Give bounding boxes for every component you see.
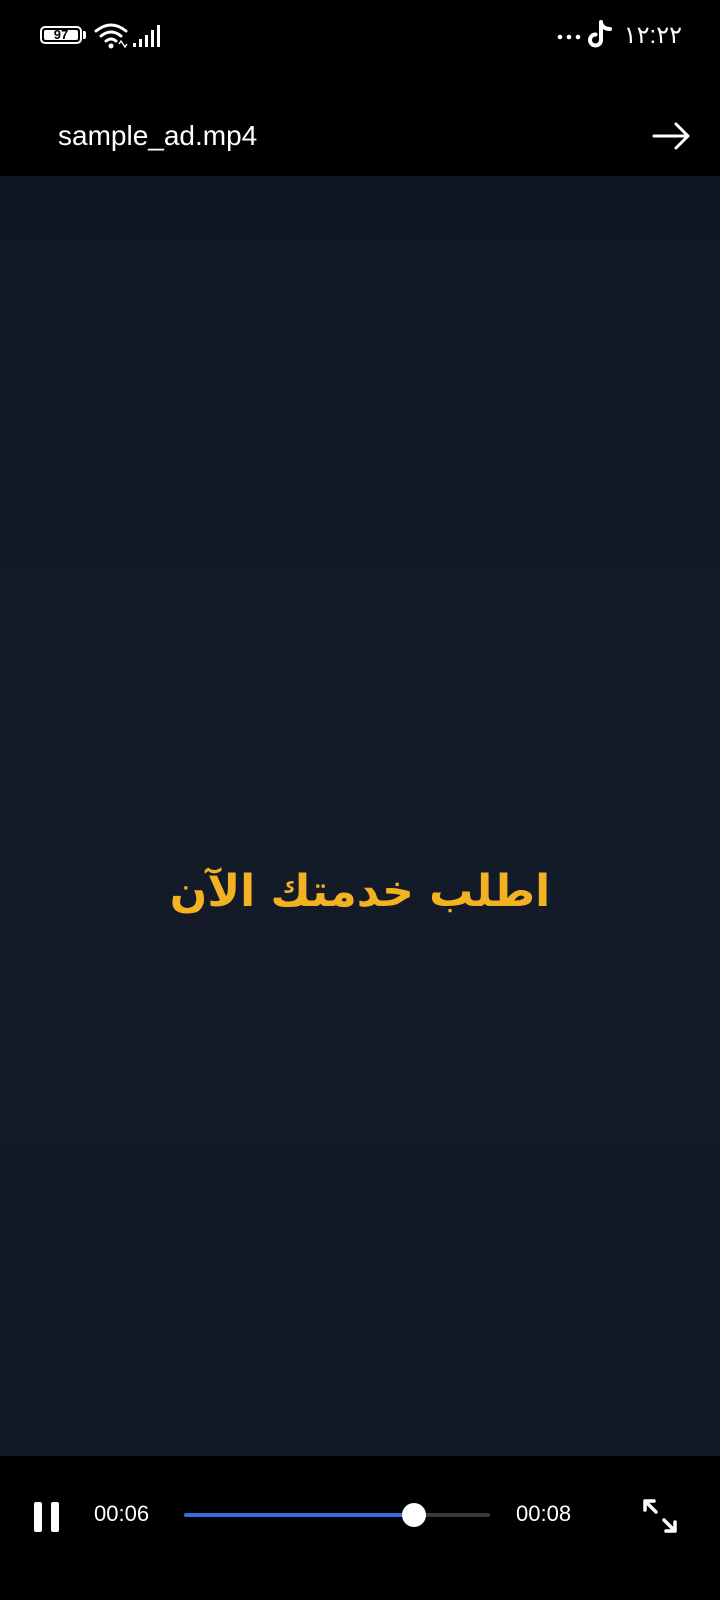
more-icon: [557, 34, 581, 40]
title-bar: sample_ad.mp4: [0, 100, 720, 176]
video-frame[interactable]: اطلب خدمتك الآن: [0, 176, 720, 1456]
pause-bar-left: [34, 1502, 42, 1532]
battery-tip: [83, 31, 86, 39]
battery-icon: 97: [40, 26, 82, 44]
status-clock: ١٢:٢٢: [623, 22, 682, 49]
pause-icon[interactable]: [28, 1496, 68, 1540]
total-time: 00:08: [516, 1501, 572, 1526]
video-caption: اطلب خدمتك الآن: [169, 866, 551, 917]
video-title: sample_ad.mp4: [58, 120, 258, 151]
video-player-screen: 97 ١٢:٢٢ sample_ad.mp4 اطلب خدمتك الآن 0…: [0, 0, 720, 1600]
fullscreen-icon[interactable]: [640, 1496, 680, 1536]
current-time: 00:06: [94, 1501, 150, 1526]
playback-controls: 00:06 00:08: [0, 1456, 720, 1600]
seek-progress: [184, 1513, 414, 1517]
arrow-right-icon[interactable]: [650, 116, 694, 156]
tiktok-icon: [588, 20, 612, 48]
seek-thumb[interactable]: [401, 1503, 426, 1527]
seek-bar[interactable]: [184, 1503, 490, 1527]
signal-icon: [133, 25, 160, 47]
wifi-icon: [94, 23, 128, 49]
battery-level: 97: [53, 27, 69, 42]
status-bar: 97 ١٢:٢٢: [0, 0, 720, 74]
pause-bar-right: [51, 1502, 59, 1532]
